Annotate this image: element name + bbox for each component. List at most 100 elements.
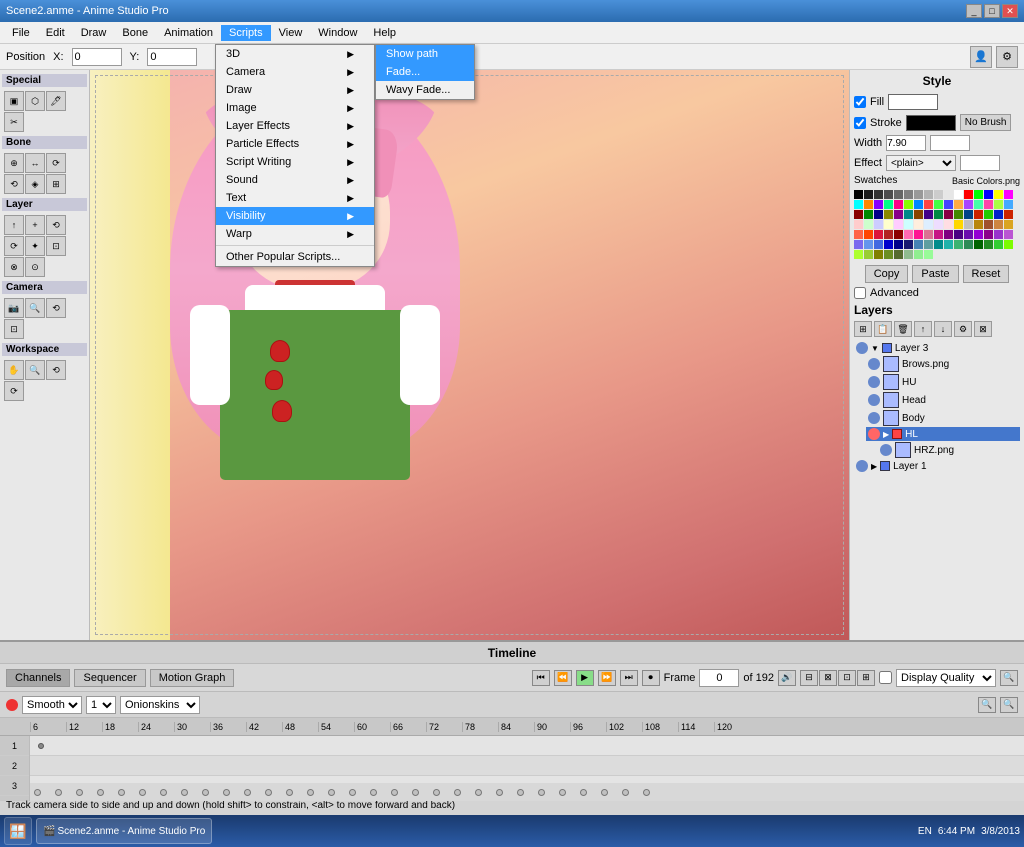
- timeline-dot[interactable]: [349, 789, 356, 796]
- swatch-cell[interactable]: [884, 230, 893, 239]
- swatch-cell[interactable]: [854, 190, 863, 199]
- swatch-cell[interactable]: [944, 240, 953, 249]
- swatch-cell[interactable]: [1004, 210, 1013, 219]
- timeline-dot[interactable]: [160, 789, 167, 796]
- swatch-cell[interactable]: [954, 210, 963, 219]
- swatch-cell[interactable]: [964, 230, 973, 239]
- tool-bone-3[interactable]: ⟳: [46, 153, 66, 173]
- stroke-checkbox[interactable]: [854, 117, 866, 129]
- menu-window[interactable]: Window: [310, 25, 365, 41]
- tab-channels[interactable]: Channels: [6, 669, 70, 687]
- frame-input[interactable]: [699, 669, 739, 687]
- paste-button[interactable]: Paste: [912, 265, 958, 283]
- taskbar-app-anime[interactable]: 🎬 Scene2.anme - Anime Studio Pro: [36, 818, 212, 844]
- timeline-dot[interactable]: [97, 789, 104, 796]
- layer-btn-3[interactable]: 🗑: [894, 321, 912, 337]
- hu-layer[interactable]: HU: [866, 373, 1020, 391]
- timeline-dot[interactable]: [391, 789, 398, 796]
- view-btn-1[interactable]: ⊟: [800, 670, 818, 686]
- tool-layer-1[interactable]: ↑: [4, 215, 24, 235]
- effect-input[interactable]: [960, 155, 1000, 171]
- swatch-cell[interactable]: [954, 220, 963, 229]
- timeline-dot[interactable]: [328, 789, 335, 796]
- swatch-cell[interactable]: [894, 190, 903, 199]
- swatch-cell[interactable]: [964, 200, 973, 209]
- zoom-out-tl2[interactable]: 🔍: [978, 697, 996, 713]
- layer-btn-7[interactable]: ⊠: [974, 321, 992, 337]
- swatch-cell[interactable]: [854, 250, 863, 259]
- tool-special-2[interactable]: ⬡: [25, 91, 45, 111]
- tool-bone-2[interactable]: ↔: [25, 153, 45, 173]
- menu-edit[interactable]: Edit: [38, 25, 73, 41]
- timeline-dot[interactable]: [622, 789, 629, 796]
- menu-visibility-show-path[interactable]: Show path: [376, 45, 474, 63]
- smooth-select[interactable]: Smooth: [22, 696, 82, 714]
- lock-checkbox[interactable]: [879, 671, 892, 684]
- swatch-cell[interactable]: [914, 250, 923, 259]
- timeline-dot[interactable]: [370, 789, 377, 796]
- play-button[interactable]: ▶: [576, 670, 594, 686]
- swatch-cell[interactable]: [854, 240, 863, 249]
- swatch-cell[interactable]: [994, 210, 1003, 219]
- zoom-in-tl2[interactable]: 🔍: [1000, 697, 1018, 713]
- swatch-cell[interactable]: [874, 240, 883, 249]
- y-input[interactable]: [147, 48, 197, 66]
- close-button[interactable]: ✕: [1002, 4, 1018, 18]
- layer-btn-6[interactable]: ⚙: [954, 321, 972, 337]
- timeline-dot[interactable]: [34, 789, 41, 796]
- swatch-cell[interactable]: [874, 210, 883, 219]
- swatch-cell[interactable]: [954, 230, 963, 239]
- swatch-cell[interactable]: [994, 190, 1003, 199]
- menu-file[interactable]: File: [4, 25, 38, 41]
- reset-button[interactable]: Reset: [963, 265, 1010, 283]
- swatch-cell[interactable]: [924, 230, 933, 239]
- swatch-cell[interactable]: [864, 250, 873, 259]
- swatch-cell[interactable]: [984, 220, 993, 229]
- timeline-dot[interactable]: [454, 789, 461, 796]
- menu-camera[interactable]: Camera▶: [216, 63, 374, 81]
- swatch-cell[interactable]: [894, 200, 903, 209]
- tool-special-4[interactable]: ✂: [4, 112, 24, 132]
- speed-select[interactable]: 1: [86, 696, 116, 714]
- swatch-cell[interactable]: [974, 190, 983, 199]
- timeline-dot[interactable]: [76, 789, 83, 796]
- swatch-cell[interactable]: [1004, 190, 1013, 199]
- swatch-cell[interactable]: [904, 230, 913, 239]
- swatch-cell[interactable]: [854, 230, 863, 239]
- audio-button[interactable]: 🔊: [778, 670, 796, 686]
- swatch-cell[interactable]: [874, 220, 883, 229]
- swatch-cell[interactable]: [974, 220, 983, 229]
- timeline-dot[interactable]: [580, 789, 587, 796]
- swatch-cell[interactable]: [894, 220, 903, 229]
- swatch-cell[interactable]: [954, 240, 963, 249]
- swatch-cell[interactable]: [884, 190, 893, 199]
- head-layer[interactable]: Head: [866, 391, 1020, 409]
- menu-script-writing[interactable]: Script Writing▶: [216, 153, 374, 171]
- canvas-area[interactable]: [90, 70, 849, 640]
- onionskins-select[interactable]: Onionskins: [120, 696, 200, 714]
- fill-checkbox[interactable]: [854, 96, 866, 108]
- swatch-cell[interactable]: [874, 200, 883, 209]
- effect-select[interactable]: <plain>: [886, 155, 956, 171]
- menu-visibility[interactable]: Visibility▶: [216, 207, 374, 225]
- tab-motion-graph[interactable]: Motion Graph: [150, 669, 235, 687]
- swatch-cell[interactable]: [954, 200, 963, 209]
- settings-icon[interactable]: ⚙: [996, 46, 1018, 68]
- tool-layer-5[interactable]: ✦: [25, 236, 45, 256]
- swatch-cell[interactable]: [894, 240, 903, 249]
- timeline-dot[interactable]: [265, 789, 272, 796]
- menu-3d[interactable]: 3D▶: [216, 45, 374, 63]
- minimize-button[interactable]: _: [966, 4, 982, 18]
- user-icon[interactable]: 👤: [970, 46, 992, 68]
- swatch-cell[interactable]: [914, 230, 923, 239]
- tool-camera-1[interactable]: 📷: [4, 298, 24, 318]
- timeline-dot[interactable]: [286, 789, 293, 796]
- swatch-cell[interactable]: [934, 220, 943, 229]
- swatch-cell[interactable]: [874, 230, 883, 239]
- swatch-cell[interactable]: [994, 240, 1003, 249]
- tool-layer-4[interactable]: ⟳: [4, 236, 24, 256]
- swatch-cell[interactable]: [904, 250, 913, 259]
- layer-3[interactable]: ▼ Layer 3: [854, 341, 1020, 355]
- tool-bone-1[interactable]: ⊕: [4, 153, 24, 173]
- swatch-cell[interactable]: [974, 210, 983, 219]
